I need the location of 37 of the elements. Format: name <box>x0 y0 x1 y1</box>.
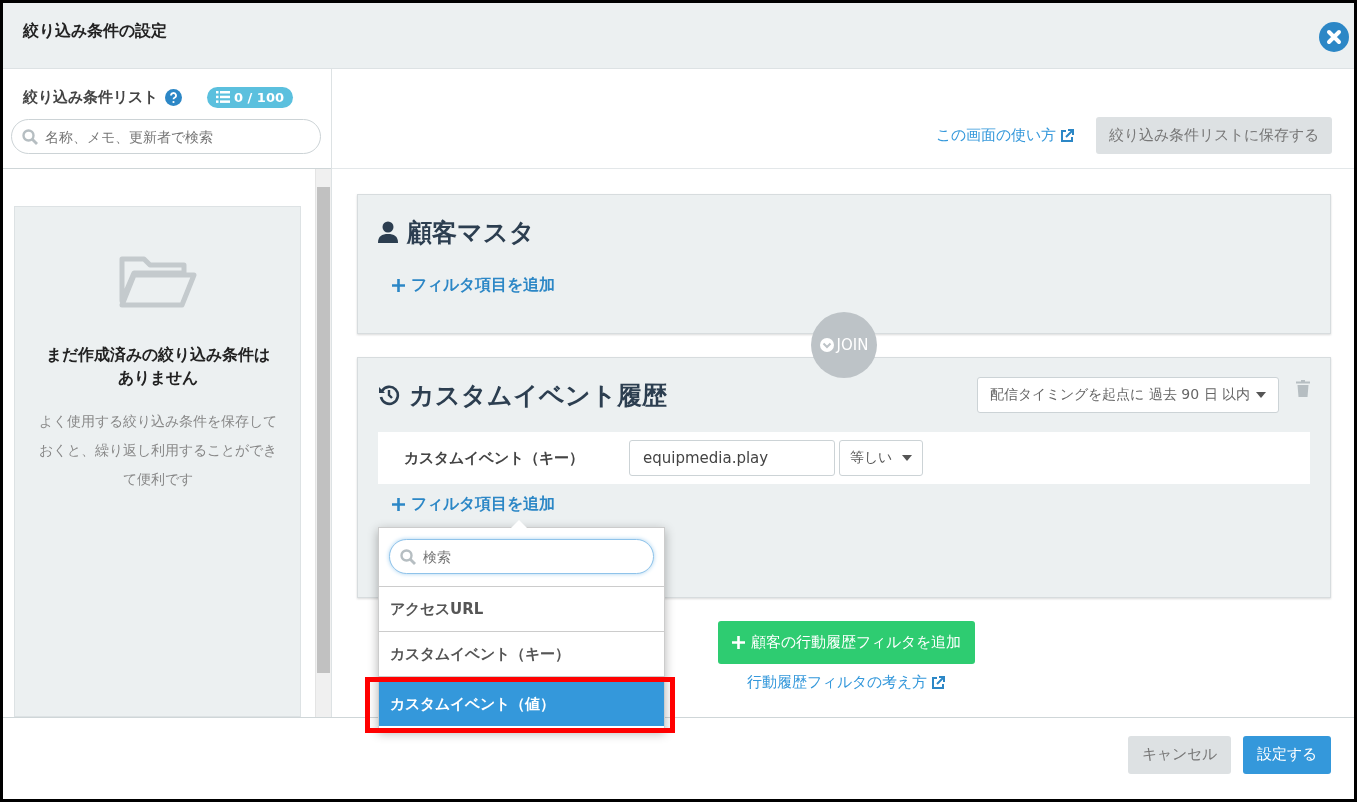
menu-item[interactable]: カスタムイベント（キー） <box>379 632 664 677</box>
section-title: カスタムイベント履歴 <box>409 379 667 412</box>
add-history-button[interactable]: 顧客の行動履歴フィルタを追加 <box>717 621 975 664</box>
history-icon <box>378 384 400 406</box>
plus-icon <box>731 636 745 649</box>
operator-dropdown[interactable]: 等しい <box>839 440 923 476</box>
empty-text: よく使用する絞り込み条件を保存しておくと、繰り返し利用することができて便利です <box>37 412 278 489</box>
external-link-icon <box>1060 128 1074 143</box>
empty-heading: まだ作成済みの絞り込み条件はありません <box>44 344 271 390</box>
menu-item[interactable]: アクセスURL <box>379 587 664 632</box>
search-icon <box>22 129 38 145</box>
search-icon <box>400 549 416 565</box>
plus-icon <box>392 279 405 292</box>
plus-icon <box>392 498 405 511</box>
help-icon[interactable] <box>165 88 182 106</box>
external-link-icon <box>931 675 945 690</box>
list-title: 絞り込み条件リスト <box>23 87 158 107</box>
add-filter-link[interactable]: フィルタ項目を追加 <box>392 494 555 515</box>
caret-icon <box>902 455 912 461</box>
window-title: 絞り込み条件の設定 <box>23 21 167 42</box>
search-field[interactable]: 名称、メモ、更新者で検索 <box>11 119 321 154</box>
section-title: 顧客マスタ <box>407 216 535 249</box>
cancel-button[interactable]: キャンセル <box>1128 735 1231 774</box>
close-icon[interactable] <box>1319 21 1349 52</box>
history-help-link[interactable]: 行動履歴フィルタの考え方 <box>747 673 945 692</box>
value-field[interactable]: equipmedia.play <box>629 440 835 476</box>
scrollbar[interactable] <box>315 169 331 717</box>
help-link[interactable]: この画面の使い方 <box>936 126 1074 145</box>
confirm-button[interactable]: 設定する <box>1243 735 1331 774</box>
count-badge: 0 / 100 <box>207 86 293 108</box>
person-icon <box>378 221 398 243</box>
filter-label: カスタムイベント（キー） <box>404 448 585 468</box>
timing-dropdown[interactable]: 配信タイミングを起点に 過去 90 日 以内 <box>977 377 1279 413</box>
search-field[interactable]: 検索 <box>389 539 654 574</box>
menu-item[interactable]: カスタムイベント（値） <box>379 682 664 726</box>
add-filter-link[interactable]: フィルタ項目を追加 <box>392 275 555 296</box>
caret-icon <box>1256 392 1266 398</box>
